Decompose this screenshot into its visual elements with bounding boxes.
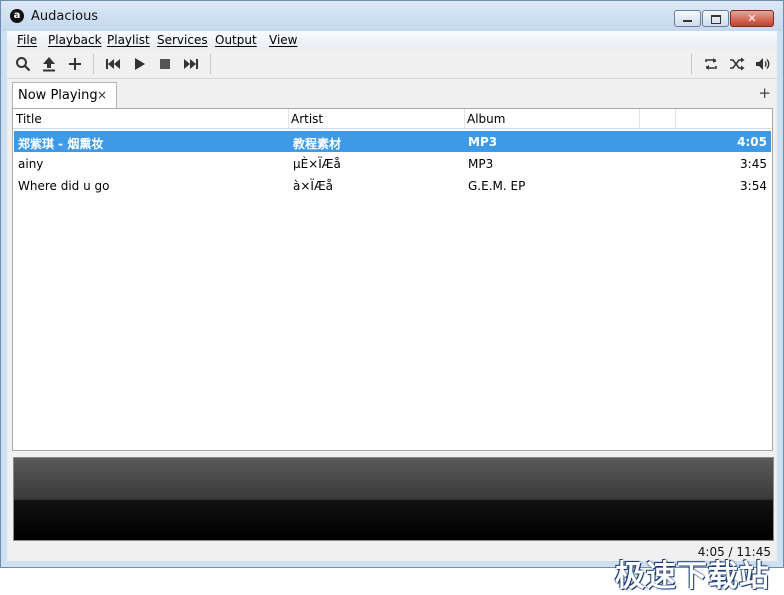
menu-services[interactable]: Services (157, 33, 208, 47)
column-title[interactable]: Title (16, 112, 42, 126)
window-controls: ✕ (673, 10, 774, 27)
menu-file[interactable]: File (17, 33, 37, 47)
watermark: 极速下载站 (615, 559, 770, 594)
row-length: 3:54 (740, 179, 767, 193)
column-album[interactable]: Album (467, 112, 505, 126)
playlist-view[interactable]: Title Artist Album 郑紫琪 - 烟熏妆 教程素材 MP3 4:… (12, 108, 773, 451)
playlist-row[interactable]: 郑紫琪 - 烟熏妆 教程素材 MP3 4:05 (14, 131, 771, 152)
search-icon[interactable] (13, 54, 33, 74)
open-icon[interactable] (39, 54, 59, 74)
stop-icon[interactable] (155, 54, 175, 74)
menu-playback[interactable]: Playback (48, 33, 102, 47)
close-tab-icon[interactable]: × (97, 88, 107, 102)
row-title: ainy (18, 157, 44, 171)
play-icon[interactable] (129, 54, 149, 74)
maximize-button[interactable] (702, 10, 729, 27)
menu-playlist[interactable]: Playlist (107, 33, 150, 47)
row-artist: µÈ×ÏÆå (293, 157, 341, 171)
column-separator[interactable] (288, 109, 289, 128)
column-header: Title Artist Album (13, 109, 772, 129)
playlist-tabs: Now Playing × + (11, 80, 777, 108)
row-length: 4:05 (737, 135, 767, 149)
close-button[interactable]: ✕ (730, 10, 774, 27)
tab-label: Now Playing (18, 88, 98, 103)
menu-view[interactable]: View (269, 33, 297, 47)
minimize-icon (683, 20, 692, 22)
shuffle-icon[interactable] (727, 54, 747, 74)
menu-bar: File Playback Playlist Services Output V… (7, 31, 777, 49)
row-artist: 教程素材 (293, 137, 342, 151)
previous-icon[interactable] (103, 54, 123, 74)
main-content: File Playback Playlist Services Output V… (7, 31, 777, 594)
toolbar-separator (210, 54, 211, 74)
menu-output[interactable]: Output (215, 33, 257, 47)
audacious-window: a Audacious ✕ File Playback Playlist Ser… (0, 0, 784, 594)
tab-now-playing[interactable]: Now Playing × (12, 82, 117, 108)
column-separator[interactable] (675, 109, 676, 128)
row-album: MP3 (468, 135, 498, 149)
add-icon[interactable] (65, 54, 85, 74)
playlist-row[interactable]: Where did u go à×ÏÆå G.E.M. EP 3:54 (14, 175, 771, 196)
volume-icon[interactable] (753, 54, 773, 74)
visualizer (13, 457, 774, 541)
next-icon[interactable] (181, 54, 201, 74)
minimize-button[interactable] (674, 10, 701, 27)
row-album: MP3 (468, 157, 494, 171)
row-album: G.E.M. EP (468, 179, 526, 193)
window-title: Audacious (31, 9, 99, 24)
row-title: Where did u go (18, 179, 110, 193)
column-separator[interactable] (464, 109, 465, 128)
add-playlist-icon[interactable]: + (758, 86, 771, 101)
repeat-icon[interactable] (701, 54, 721, 74)
toolbar-separator (691, 54, 692, 74)
playlist-row[interactable]: ainy µÈ×ÏÆå MP3 3:45 (14, 153, 771, 174)
row-title: 郑紫琪 - 烟熏妆 (18, 137, 104, 151)
row-artist: à×ÏÆå (293, 179, 333, 193)
column-separator[interactable] (639, 109, 640, 128)
toolbar (7, 50, 777, 79)
toolbar-separator (93, 54, 94, 74)
column-artist[interactable]: Artist (291, 112, 323, 126)
maximize-icon (711, 15, 721, 24)
app-logo-icon: a (10, 9, 24, 23)
title-bar[interactable]: a Audacious ✕ (1, 1, 783, 31)
row-length: 3:45 (740, 157, 767, 171)
